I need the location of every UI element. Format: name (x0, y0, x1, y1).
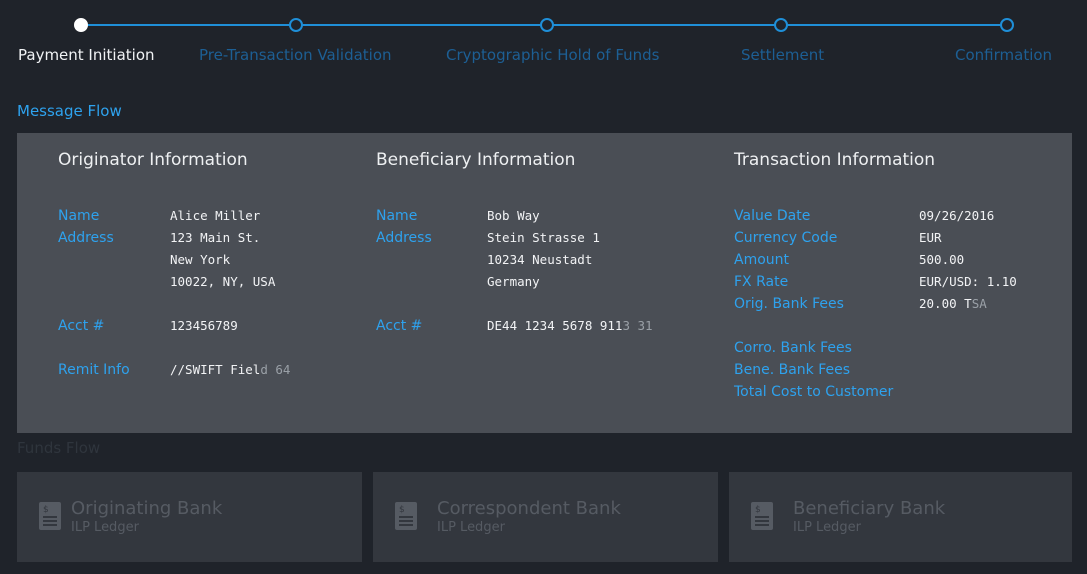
remit-text-faded: d 64 (260, 362, 291, 377)
originator-address-line3: 10022, NY, USA (170, 274, 276, 289)
corro-bank-fees-label: Corro. Bank Fees (734, 340, 852, 356)
bank-name: Originating Bank (71, 498, 223, 519)
message-flow-title: Message Flow (17, 102, 122, 120)
step-dot-cryptographic-hold[interactable] (540, 18, 554, 32)
beneficiary-acct-text: DE44 1234 5678 911 (487, 318, 623, 333)
svg-text:$: $ (755, 505, 761, 515)
beneficiary-name-value: Bob Way (487, 208, 540, 223)
orig-bank-fees-label: Orig. Bank Fees (734, 296, 844, 312)
total-cost-label: Total Cost to Customer (734, 384, 894, 400)
fx-rate-label: FX Rate (734, 274, 789, 290)
bene-bank-fees-label: Bene. Bank Fees (734, 362, 851, 378)
bank-name: Correspondent Bank (437, 498, 621, 519)
transaction-title: Transaction Information (734, 150, 936, 170)
amount-value: 500.00 (919, 252, 965, 267)
step-label-payment-initiation[interactable]: Payment Initiation (18, 46, 155, 64)
beneficiary-title: Beneficiary Information (376, 150, 576, 170)
currency-code-value: EUR (919, 230, 942, 245)
beneficiary-address-line2: 10234 Neustadt (487, 252, 593, 267)
svg-text:$: $ (399, 505, 405, 515)
value-date-label: Value Date (734, 208, 811, 224)
beneficiary-acct-value: DE44 1234 5678 9113 31 (487, 315, 653, 337)
step-label-settlement[interactable]: Settlement (741, 46, 824, 64)
originator-remit-label: Remit Info (58, 362, 130, 378)
originator-name-value: Alice Miller (170, 208, 261, 223)
ledger-icon: $ (751, 502, 773, 530)
orig-bank-fees-text: 20.00 T (919, 296, 972, 311)
ledger-icon: $ (39, 502, 61, 530)
bank-name: Beneficiary Bank (793, 498, 946, 519)
beneficiary-acct-label: Acct # (376, 318, 423, 334)
remit-text: //SWIFT Fiel (170, 362, 261, 377)
currency-code-label: Currency Code (734, 230, 838, 246)
beneficiary-address-line1: Stein Strasse 1 (487, 230, 600, 245)
orig-bank-fees-faded: SA (971, 296, 987, 311)
step-label-pre-transaction-validation[interactable]: Pre-Transaction Validation (199, 46, 392, 64)
bank-card-beneficiary[interactable]: $ Beneficiary Bank ILP Ledger (729, 472, 1072, 562)
ledger-icon: $ (395, 502, 417, 530)
originator-name-label: Name (58, 208, 100, 224)
originator-address-label: Address (58, 230, 114, 246)
transaction-column: Transaction Information Value Date 09/26… (717, 133, 1072, 433)
beneficiary-acct-faded: 3 31 (622, 318, 653, 333)
originator-title: Originator Information (58, 150, 248, 170)
bank-ledger-label: ILP Ledger (793, 520, 861, 535)
beneficiary-address-label: Address (376, 230, 432, 246)
message-flow-panel: Originator Information Name Alice Miller… (17, 133, 1072, 433)
originator-address-line2: New York (170, 252, 231, 267)
bank-card-originating[interactable]: $ Originating Bank ILP Ledger (17, 472, 362, 562)
value-date-value: 09/26/2016 (919, 208, 995, 223)
originator-address-line1: 123 Main St. (170, 230, 261, 245)
originator-column: Originator Information Name Alice Miller… (17, 133, 357, 433)
step-dot-confirmation[interactable] (1000, 18, 1014, 32)
bank-ledger-label: ILP Ledger (71, 520, 139, 535)
originator-remit-value: //SWIFT Field 64 (170, 359, 290, 381)
svg-text:$: $ (43, 505, 49, 515)
step-dot-pre-transaction-validation[interactable] (289, 18, 303, 32)
beneficiary-name-label: Name (376, 208, 418, 224)
orig-bank-fees-value: 20.00 TSA (919, 293, 987, 315)
step-dot-payment-initiation[interactable] (74, 18, 88, 32)
step-dot-settlement[interactable] (774, 18, 788, 32)
bank-card-correspondent[interactable]: $ Correspondent Bank ILP Ledger (373, 472, 718, 562)
funds-flow-title: Funds Flow (17, 439, 101, 457)
progress-stepper: Payment Initiation Pre-Transaction Valid… (0, 0, 1087, 80)
originator-acct-value: 123456789 (170, 318, 238, 333)
bank-ledger-label: ILP Ledger (437, 520, 505, 535)
beneficiary-column: Beneficiary Information Name Bob Way Add… (357, 133, 717, 433)
step-label-cryptographic-hold[interactable]: Cryptographic Hold of Funds (446, 46, 660, 64)
beneficiary-address-line3: Germany (487, 274, 540, 289)
fx-rate-value: EUR/USD: 1.10 (919, 274, 1017, 289)
step-label-confirmation[interactable]: Confirmation (955, 46, 1052, 64)
amount-label: Amount (734, 252, 790, 268)
originator-acct-label: Acct # (58, 318, 105, 334)
